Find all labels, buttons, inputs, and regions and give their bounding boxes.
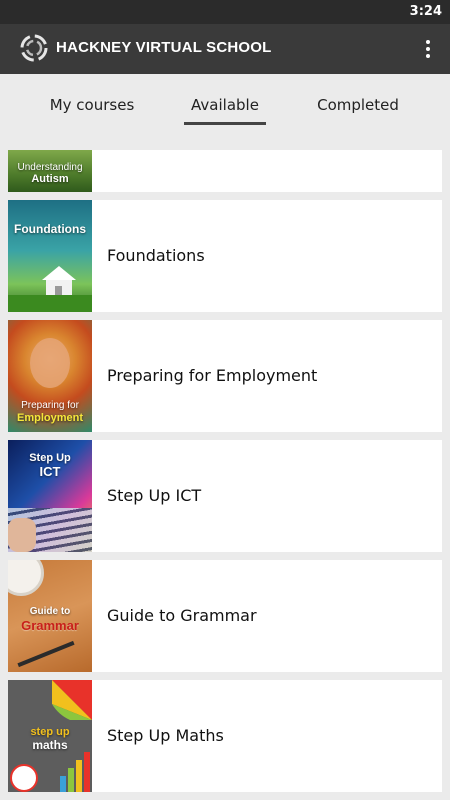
course-card-foundations[interactable]: Foundations Foundations bbox=[8, 200, 442, 312]
selected-tab-indicator bbox=[184, 122, 266, 125]
course-thumbnail: Guide to Grammar bbox=[8, 560, 92, 672]
tab-my-courses[interactable]: My courses bbox=[40, 74, 144, 130]
course-thumbnail: step up maths bbox=[8, 680, 92, 792]
status-time: 3:24 bbox=[409, 4, 442, 19]
course-title: Guide to Grammar bbox=[107, 606, 257, 625]
course-card-guide-to-grammar[interactable]: Guide to Grammar Guide to Grammar bbox=[8, 560, 442, 672]
course-card-step-up-ict[interactable]: Step Up ICT Step Up ICT bbox=[8, 440, 442, 552]
course-title: Step Up Maths bbox=[107, 726, 224, 745]
course-thumbnail: Preparing for Employment bbox=[8, 320, 92, 432]
course-thumbnail: Understanding Autism bbox=[8, 150, 92, 192]
course-title: Step Up ICT bbox=[107, 486, 202, 505]
status-bar: 3:24 bbox=[0, 0, 450, 24]
course-card-step-up-maths[interactable]: step up maths Step Up Maths bbox=[8, 680, 442, 792]
tab-completed[interactable]: Completed bbox=[306, 74, 410, 130]
app-title: HACKNEY VIRTUAL SCHOOL bbox=[56, 39, 272, 56]
course-title: Preparing for Employment bbox=[107, 366, 318, 385]
course-thumbnail: Foundations bbox=[8, 200, 92, 312]
course-card-preparing-for-employment[interactable]: Preparing for Employment Preparing for E… bbox=[8, 320, 442, 432]
school-logo-icon bbox=[20, 34, 48, 62]
course-card-understanding-autism[interactable]: Understanding Autism bbox=[8, 150, 442, 192]
course-title: Foundations bbox=[107, 246, 205, 265]
course-thumbnail: Step Up ICT bbox=[8, 440, 92, 552]
house-icon bbox=[42, 266, 76, 296]
pie-chart-icon bbox=[52, 680, 92, 720]
overflow-menu-icon[interactable] bbox=[416, 36, 440, 62]
app-bar: HACKNEY VIRTUAL SCHOOL bbox=[0, 24, 450, 74]
